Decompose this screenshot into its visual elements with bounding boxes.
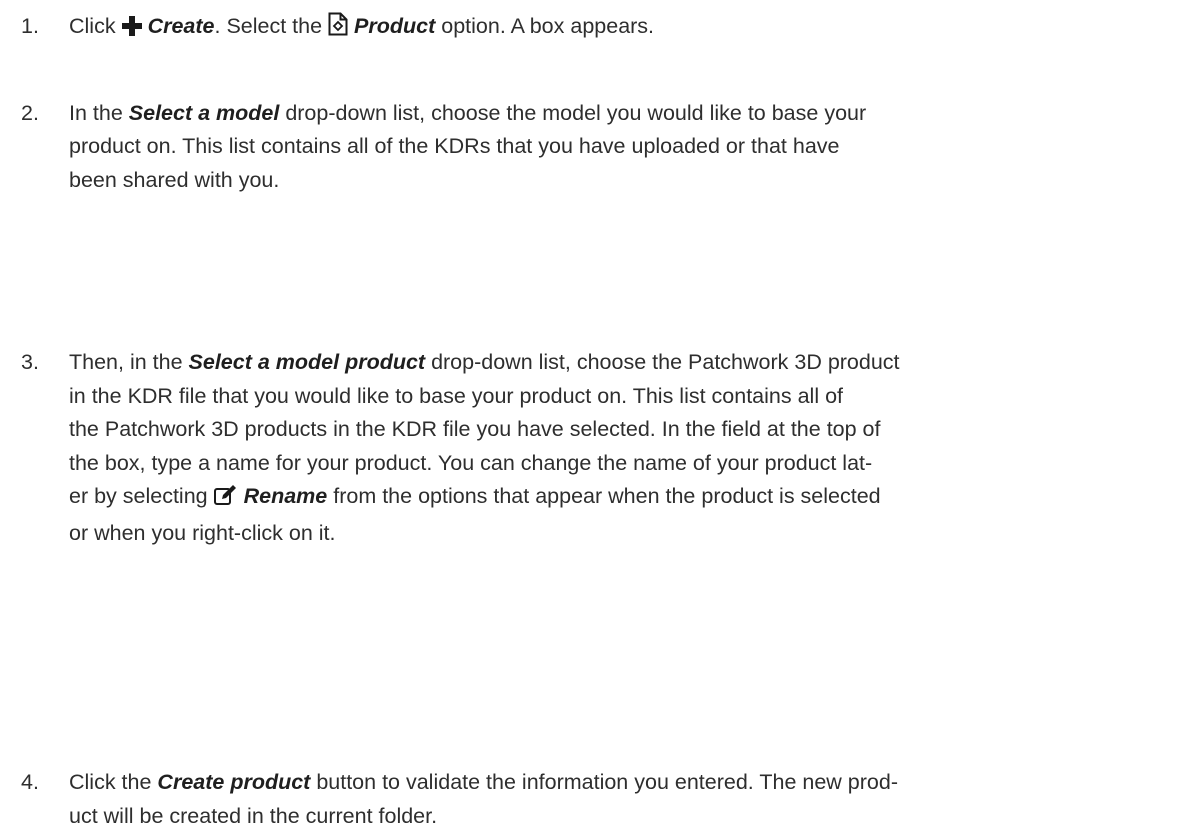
step-line: er by selecting Rename from the options … xyxy=(69,480,1202,517)
plus-icon xyxy=(122,13,142,47)
step-text: . Select the xyxy=(215,14,329,38)
step-line: product on. This list contains all of th… xyxy=(69,130,1202,164)
product-file-icon xyxy=(328,12,348,47)
product-label: Product xyxy=(354,14,435,38)
step-text: Click xyxy=(69,14,122,38)
step-line: uct will be created in the current folde… xyxy=(69,800,1202,833)
step-4: 4. Click the Create product button to va… xyxy=(0,766,1202,833)
step-1: 1. Click Create. Select the Product opti… xyxy=(0,10,1202,47)
step-number: 4. xyxy=(21,766,39,800)
select-model-label: Select a model xyxy=(129,101,280,125)
create-label: Create xyxy=(148,14,215,38)
steps-list: 1. Click Create. Select the Product opti… xyxy=(0,0,1202,408)
step-number: 2. xyxy=(21,97,39,131)
step-line: or when you right-click on it. xyxy=(69,517,1202,551)
select-model-product-label: Select a model product xyxy=(189,350,426,374)
instruction-document: 1. Click Create. Select the Product opti… xyxy=(0,0,1202,484)
step-text: option. A box appears. xyxy=(435,14,654,38)
rename-edit-icon xyxy=(214,483,238,517)
step-line: been shared with you. xyxy=(69,164,1202,198)
step-line: In the Select a model drop-down list, ch… xyxy=(69,97,1202,131)
step-number: 3. xyxy=(21,346,39,380)
step-3: 3. Then, in the Select a model product d… xyxy=(0,346,1202,550)
step-number: 1. xyxy=(21,10,39,44)
step-line: Then, in the Select a model product drop… xyxy=(69,346,1202,380)
rename-label: Rename xyxy=(244,484,328,508)
step-line: the Patchwork 3D products in the KDR fil… xyxy=(69,413,1202,447)
step-line: in the KDR file that you would like to b… xyxy=(69,380,1202,414)
step-2: 2. In the Select a model drop-down list,… xyxy=(0,97,1202,198)
step-line: Click the Create product button to valid… xyxy=(69,766,1202,800)
create-product-label: Create product xyxy=(157,770,310,794)
step-line: the box, type a name for your product. Y… xyxy=(69,447,1202,481)
